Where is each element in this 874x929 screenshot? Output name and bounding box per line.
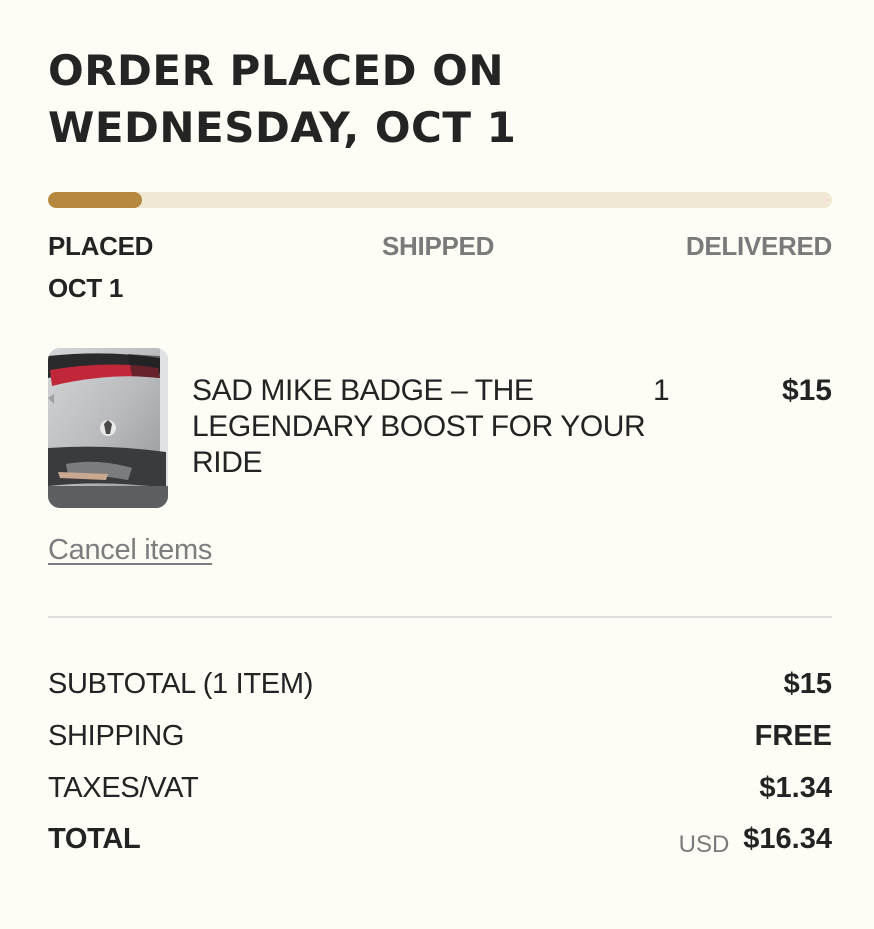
total-currency: USD	[678, 831, 730, 858]
order-progress-fill	[48, 192, 143, 208]
order-status-page: ORDER PLACED ON WEDNESDAY, OCT 1 PLACED …	[0, 0, 874, 929]
product-image	[48, 348, 168, 508]
step-delivered-label: DELIVERED	[685, 231, 832, 261]
page-title-line-1: ORDER PLACED ON	[48, 46, 504, 95]
subtotal-row: SUBTOTAL (1 ITEM) $15	[48, 664, 832, 704]
cancel-items-link[interactable]: Cancel items	[48, 532, 212, 568]
step-placed-label: PLACED	[48, 231, 154, 261]
total-row: TOTAL USD $16.34	[48, 819, 832, 859]
shipping-label: SHIPPING	[48, 720, 185, 752]
step-placed-date: OCT 1	[48, 273, 124, 303]
taxes-value: $1.34	[759, 772, 832, 804]
taxes-label: TAXES/VAT	[48, 772, 199, 804]
product-name[interactable]: SAD MIKE BADGE – THE LEGENDARY BOOST FOR…	[192, 373, 652, 481]
summary-divider	[48, 616, 832, 618]
subtotal-value: $15	[783, 668, 832, 700]
total-value: $16.34	[743, 823, 832, 855]
product-quantity: 1	[653, 374, 670, 407]
page-title-line-2: WEDNESDAY, OCT 1	[48, 103, 517, 152]
total-label: TOTAL	[48, 823, 141, 855]
shipping-row: SHIPPING FREE	[48, 716, 832, 756]
subtotal-label: SUBTOTAL (1 ITEM)	[48, 668, 314, 700]
order-progress-bar	[48, 192, 832, 208]
step-shipped-label: SHIPPED	[382, 231, 495, 261]
shipping-value: FREE	[754, 720, 832, 752]
product-price: $15	[781, 374, 832, 407]
page-title: ORDER PLACED ON WEDNESDAY, OCT 1	[48, 42, 808, 156]
total-amount: USD $16.34	[679, 819, 832, 865]
taxes-row: TAXES/VAT $1.34	[48, 768, 832, 808]
